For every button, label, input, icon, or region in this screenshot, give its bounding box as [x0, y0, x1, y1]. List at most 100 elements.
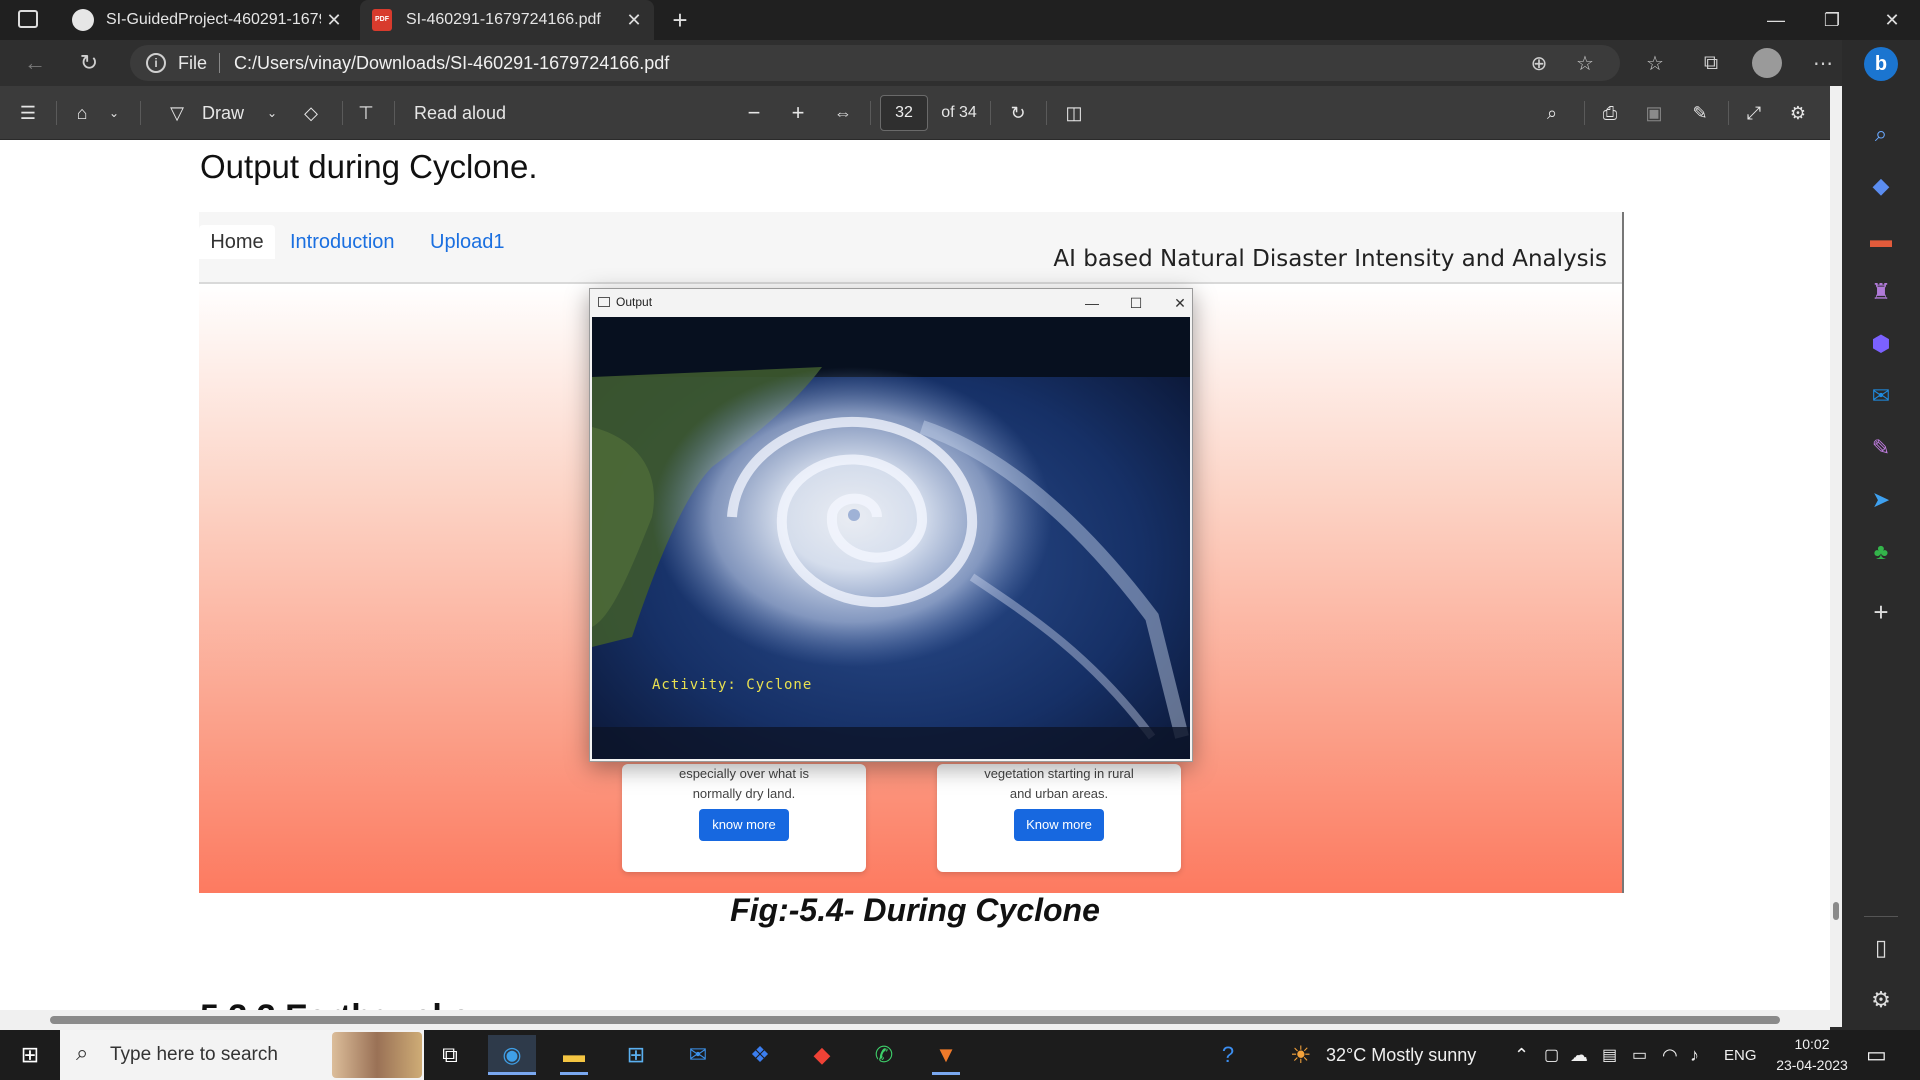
contents-icon[interactable]: ☰	[14, 99, 42, 127]
divider	[1728, 101, 1729, 125]
horizontal-scroll-thumb[interactable]	[50, 1016, 1780, 1024]
restore-button[interactable]: ❐	[1804, 0, 1860, 40]
shopping-tag-icon[interactable]: ◆	[1861, 166, 1901, 206]
info-icon[interactable]: i	[146, 53, 166, 73]
microsoft-store-icon[interactable]: ⊞	[612, 1035, 660, 1075]
edge-browser-icon[interactable]: ◉	[488, 1035, 536, 1075]
send-icon[interactable]: ➤	[1861, 480, 1901, 520]
taskbar-search[interactable]: ⌕ Type here to search	[60, 1030, 424, 1080]
task-view-icon[interactable]: ⧉	[426, 1035, 474, 1075]
edge-sidebar: b ⌕ ◆ ▬ ♜ ⬢ ✉ ✎ ➤ ♣ + ▯ ⚙	[1842, 40, 1920, 1030]
add-icon[interactable]: +	[1861, 592, 1901, 632]
sidebar-settings-icon[interactable]: ⚙	[1861, 980, 1901, 1020]
microsoft-365-icon[interactable]: ⬢	[1861, 324, 1901, 364]
close-tab-icon[interactable]: ✕	[324, 10, 344, 30]
dropbox-icon[interactable]: ❖	[736, 1035, 784, 1075]
add-favorite-icon[interactable]: ☆	[1570, 48, 1600, 78]
file-explorer-icon[interactable]: ▬	[550, 1035, 598, 1075]
text-icon[interactable]: ⊤	[352, 99, 380, 127]
weather-text[interactable]: 32°C Mostly sunny	[1326, 1030, 1476, 1080]
zoom-icon[interactable]: ⊕	[1524, 48, 1554, 78]
back-button[interactable]: ←	[18, 46, 52, 80]
site-navbar: Home Introduction Upload1 AI based Natur…	[199, 212, 1623, 284]
cyclone-satellite-image: Activity: Cyclone	[592, 317, 1190, 759]
close-tab-icon[interactable]: ✕	[624, 10, 644, 30]
vertical-scrollbar[interactable]	[1830, 86, 1842, 1027]
chevron-down-icon[interactable]: ⌄	[104, 99, 124, 127]
address-bar: ← ↻ i File C:/Users/vinay/Downloads/SI-4…	[0, 40, 1868, 86]
clock[interactable]: 10:02 23-04-2023	[1770, 1034, 1854, 1076]
url-field[interactable]: i File C:/Users/vinay/Downloads/SI-46029…	[130, 45, 1620, 81]
search-icon[interactable]: ⌕	[1538, 99, 1566, 127]
whatsapp-icon[interactable]: ✆	[860, 1035, 908, 1075]
tree-icon[interactable]: ♣	[1861, 532, 1901, 572]
language-indicator[interactable]: ENG	[1724, 1030, 1757, 1080]
tab-github[interactable]: SI-GuidedProject-460291-16797 ✕	[60, 0, 354, 40]
designer-icon[interactable]: ✎	[1861, 428, 1901, 468]
draw-button[interactable]: Draw	[198, 99, 248, 127]
save-as-icon[interactable]: ✎	[1686, 99, 1714, 127]
fullscreen-icon[interactable]: ⤢	[1740, 99, 1768, 127]
collections-icon[interactable]: ⧉	[1696, 48, 1726, 78]
bing-chat-icon[interactable]: b	[1861, 44, 1901, 84]
output-window: Output — ☐ ✕ Activity: Cyclone	[589, 288, 1193, 762]
window-maximize-button[interactable]: ☐	[1122, 291, 1150, 315]
nav-introduction-link[interactable]: Introduction	[290, 225, 395, 259]
fit-width-icon[interactable]: ⇔	[828, 99, 858, 127]
more-options-icon[interactable]: ⋯	[1808, 48, 1838, 78]
new-tab-button[interactable]: +	[666, 6, 694, 34]
window-close-button[interactable]: ✕	[1166, 291, 1194, 315]
print-icon[interactable]: ⎙	[1596, 99, 1624, 127]
network-icon[interactable]: ▤	[1602, 1030, 1617, 1080]
horizontal-scrollbar[interactable]	[0, 1010, 1830, 1030]
sublime-icon[interactable]: ▼	[922, 1035, 970, 1075]
window-minimize-button[interactable]: —	[1078, 291, 1106, 315]
onedrive-icon[interactable]: ☁	[1570, 1030, 1588, 1080]
show-hidden-icons[interactable]: ⌃	[1514, 1030, 1529, 1080]
volume-icon[interactable]: ♪	[1690, 1030, 1699, 1080]
mail-icon[interactable]: ✉	[674, 1035, 722, 1075]
search-icon[interactable]: ⌕	[1861, 114, 1901, 154]
pdf-page: Output during Cyclone. Home Introduction…	[0, 140, 1830, 1027]
tab-actions-icon[interactable]	[18, 10, 38, 28]
know-more-button[interactable]: know more	[699, 809, 789, 841]
battery-icon[interactable]: ▭	[1632, 1030, 1647, 1080]
profile-avatar[interactable]	[1752, 48, 1782, 78]
know-more-button[interactable]: Know more	[1014, 809, 1104, 841]
notifications-icon[interactable]: ▭	[1866, 1030, 1887, 1080]
wifi-icon[interactable]: ◠	[1662, 1030, 1678, 1080]
windows-start-icon[interactable]: ⊞	[6, 1035, 54, 1075]
weather-icon[interactable]: ☀	[1290, 1030, 1312, 1080]
draw-icon[interactable]: ▽	[164, 99, 190, 127]
page-number-input[interactable]: 32	[880, 95, 928, 131]
zoom-in-icon[interactable]: +	[784, 99, 812, 127]
figure-caption: Fig:-5.4- During Cyclone	[730, 892, 1100, 928]
chevron-down-icon[interactable]: ⌄	[262, 99, 282, 127]
read-aloud-button[interactable]: Read aloud	[410, 99, 510, 127]
zoom-out-icon[interactable]: −	[740, 99, 768, 127]
pdf-icon: PDF	[372, 9, 392, 31]
search-icon: ⌕	[76, 1040, 89, 1065]
minimize-button[interactable]: —	[1748, 0, 1804, 40]
games-icon[interactable]: ♜	[1861, 272, 1901, 312]
sidebar-panel-icon[interactable]: ▯	[1861, 928, 1901, 968]
eraser-icon[interactable]: ◇	[298, 99, 324, 127]
outlook-icon[interactable]: ✉	[1861, 376, 1901, 416]
vertical-scroll-thumb[interactable]	[1833, 902, 1839, 920]
highlight-icon[interactable]: ⌂	[68, 99, 96, 127]
favorites-icon[interactable]: ☆	[1640, 48, 1670, 78]
refresh-button[interactable]: ↻	[72, 46, 106, 80]
tools-icon[interactable]: ▬	[1861, 220, 1901, 260]
nav-home-link[interactable]: Home	[199, 225, 275, 259]
rotate-icon[interactable]: ↻	[1004, 99, 1032, 127]
anydesk-icon[interactable]: ◆	[798, 1035, 846, 1075]
meet-icon[interactable]: ▢	[1544, 1030, 1559, 1080]
settings-gear-icon[interactable]: ⚙	[1784, 99, 1812, 127]
nav-upload-link[interactable]: Upload1	[430, 225, 505, 259]
tab-pdf[interactable]: PDF SI-460291-1679724166.pdf ✕	[360, 0, 654, 40]
page-view-icon[interactable]: ◫	[1060, 99, 1088, 127]
close-window-button[interactable]: ✕	[1864, 0, 1920, 40]
clock-time: 10:02	[1794, 1036, 1830, 1052]
save-icon[interactable]: ▣	[1640, 99, 1668, 127]
help-icon[interactable]: ?	[1204, 1035, 1252, 1075]
